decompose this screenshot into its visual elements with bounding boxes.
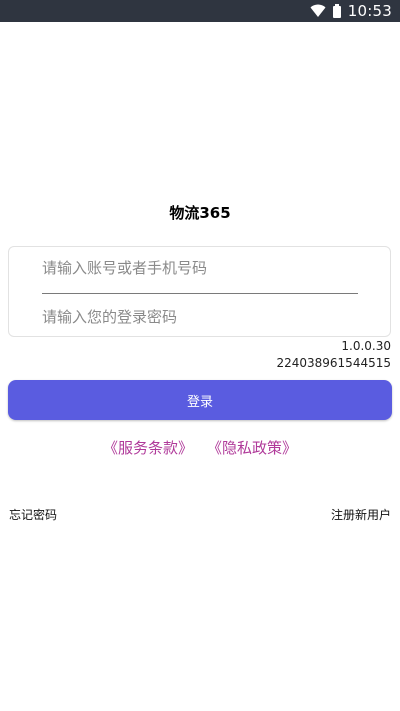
version-text: 1.0.0.30	[341, 339, 391, 353]
policy-links: 《服务条款》 《隐私政策》	[0, 437, 400, 458]
password-input[interactable]	[42, 299, 358, 335]
forgot-password-link[interactable]: 忘记密码	[9, 506, 57, 523]
login-button[interactable]: 登录	[8, 380, 392, 420]
wifi-icon	[310, 4, 326, 17]
account-input[interactable]	[42, 250, 358, 286]
status-bar: 10:53	[0, 0, 400, 22]
app-title: 物流365	[169, 204, 231, 222]
battery-icon	[332, 4, 341, 18]
register-link[interactable]: 注册新用户	[331, 506, 391, 523]
privacy-policy-link[interactable]: 《隐私政策》	[207, 437, 297, 458]
input-divider	[42, 293, 358, 294]
device-id-text: 224038961544515	[276, 356, 391, 370]
status-time: 10:53	[347, 2, 392, 20]
terms-of-service-link[interactable]: 《服务条款》	[103, 437, 193, 458]
